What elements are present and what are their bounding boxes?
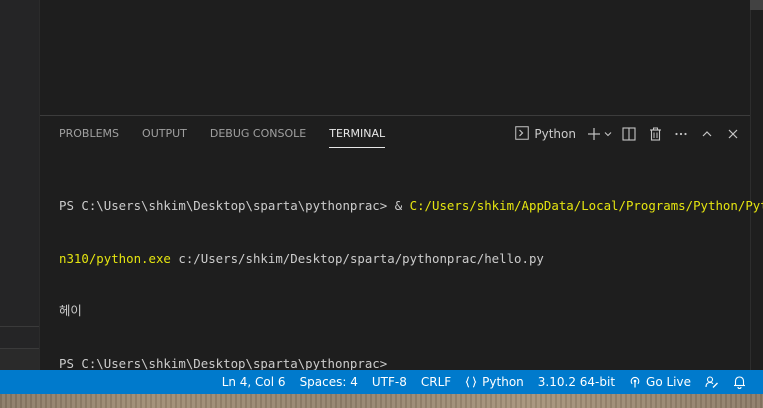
new-terminal-button[interactable] bbox=[586, 123, 602, 145]
terminal-text: PS C:\Users\shkim\Desktop\sparta\pythonp… bbox=[59, 198, 410, 213]
ellipsis-icon bbox=[674, 127, 688, 141]
tab-terminal[interactable]: TERMINAL bbox=[322, 116, 392, 152]
terminal-panel: PROBLEMS OUTPUT DEBUG CONSOLE TERMINAL P… bbox=[40, 115, 763, 371]
broadcast-icon bbox=[629, 376, 646, 388]
chevron-down-icon bbox=[603, 129, 613, 139]
kill-terminal-button[interactable] bbox=[644, 123, 666, 145]
braces-icon bbox=[465, 376, 482, 388]
more-actions-button[interactable] bbox=[670, 123, 692, 145]
trash-icon bbox=[649, 127, 662, 141]
indentation[interactable]: Spaces: 4 bbox=[293, 370, 365, 394]
go-live-button[interactable]: Go Live bbox=[622, 370, 698, 394]
terminal-line: PS C:\Users\shkim\Desktop\sparta\pythonp… bbox=[59, 197, 763, 215]
cursor-position-label: Ln 4, Col 6 bbox=[221, 375, 286, 389]
line-ending[interactable]: CRLF bbox=[414, 370, 458, 394]
scrollbar-thumb[interactable] bbox=[750, 0, 763, 10]
language-mode[interactable]: Python bbox=[458, 370, 531, 394]
vertical-scrollbar[interactable] bbox=[750, 0, 763, 370]
sidebar-divider bbox=[0, 326, 39, 327]
terminal-name-label: Python bbox=[534, 127, 576, 141]
language-label: Python bbox=[482, 375, 524, 389]
interpreter-label: 3.10.2 64-bit bbox=[537, 375, 616, 389]
scrollbar-edge bbox=[750, 0, 751, 370]
status-bar: Ln 4, Col 6 Spaces: 4 UTF-8 CRLF Python … bbox=[0, 370, 763, 394]
sidebar-section bbox=[0, 348, 39, 371]
terminal-line: n310/python.exe c:/Users/shkim/Desktop/s… bbox=[59, 250, 749, 268]
panel-actions: Python bbox=[515, 116, 744, 152]
terminal-line: 헤이 bbox=[59, 302, 749, 320]
tab-output[interactable]: OUTPUT bbox=[135, 116, 194, 152]
terminal-text: c:/Users/shkim/Desktop/sparta/pythonprac… bbox=[170, 250, 544, 266]
encoding-label: UTF-8 bbox=[371, 375, 407, 389]
terminal-command-path: n310/python.exe bbox=[59, 250, 171, 266]
indentation-label: Spaces: 4 bbox=[299, 375, 358, 389]
feedback-button[interactable] bbox=[698, 370, 726, 394]
panel-tabs: PROBLEMS OUTPUT DEBUG CONSOLE TERMINAL bbox=[52, 116, 401, 152]
tab-debug-console[interactable]: DEBUG CONSOLE bbox=[203, 116, 313, 152]
terminal-prompt: PS C:\Users\shkim\Desktop\sparta\pythonp… bbox=[59, 355, 395, 371]
chevron-up-icon bbox=[701, 128, 713, 140]
encoding[interactable]: UTF-8 bbox=[365, 370, 414, 394]
panel-header: PROBLEMS OUTPUT DEBUG CONSOLE TERMINAL P… bbox=[40, 116, 750, 152]
go-live-label: Go Live bbox=[646, 375, 691, 389]
close-panel-button[interactable] bbox=[722, 123, 744, 145]
split-terminal-button[interactable] bbox=[618, 123, 640, 145]
plus-icon bbox=[587, 127, 601, 141]
feedback-icon bbox=[705, 375, 719, 389]
maximize-panel-button[interactable] bbox=[696, 123, 718, 145]
terminal-command-path: C:/Users/shkim/AppData/Local/Programs/Py… bbox=[409, 198, 763, 213]
terminal-text: 헤이 bbox=[59, 303, 82, 318]
interpreter-selector[interactable]: 3.10.2 64-bit bbox=[531, 370, 622, 394]
terminal-selector[interactable]: Python bbox=[515, 125, 576, 144]
cursor-position[interactable]: Ln 4, Col 6 bbox=[215, 370, 293, 394]
notifications-button[interactable] bbox=[726, 370, 753, 394]
status-items: Ln 4, Col 6 Spaces: 4 UTF-8 CRLF Python … bbox=[215, 370, 753, 394]
terminal-dropdown-button[interactable] bbox=[602, 123, 614, 145]
sidebar-edge bbox=[0, 0, 40, 371]
desktop-texture bbox=[0, 394, 763, 408]
tab-problems[interactable]: PROBLEMS bbox=[52, 116, 126, 152]
terminal-icon bbox=[515, 125, 530, 144]
editor-area[interactable] bbox=[40, 0, 750, 115]
desktop-background bbox=[0, 394, 763, 408]
bell-icon bbox=[733, 375, 746, 389]
line-ending-label: CRLF bbox=[420, 375, 452, 389]
split-icon bbox=[622, 127, 636, 141]
close-icon bbox=[727, 128, 739, 140]
